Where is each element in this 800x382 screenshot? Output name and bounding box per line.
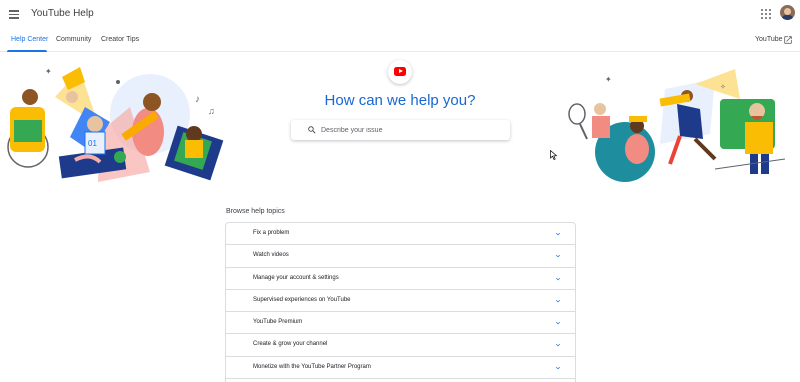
topic-label: Supervised experiences on YouTube (253, 296, 351, 303)
chevron-down-icon[interactable] (554, 252, 562, 260)
chevron-down-icon[interactable] (554, 275, 562, 283)
apps-grid-icon[interactable] (760, 8, 772, 20)
topic-label: Create & grow your channel (253, 341, 328, 348)
user-avatar[interactable] (780, 5, 795, 20)
topic-supervised-experiences[interactable]: Supervised experiences on YouTube (226, 290, 575, 313)
top-app-bar: YouTube Help (0, 0, 800, 30)
tab-community[interactable]: Community (56, 36, 91, 43)
search-input[interactable] (321, 123, 501, 137)
hero-illustration-right: ✦ ✧ (568, 69, 786, 182)
topic-youtube-premium[interactable]: YouTube Premium (226, 312, 575, 335)
topic-label: Monetize with the YouTube Partner Progra… (253, 363, 371, 370)
app-title[interactable]: YouTube Help (31, 8, 94, 19)
search-box[interactable] (291, 120, 510, 140)
topic-monetize-ypp[interactable]: Monetize with the YouTube Partner Progra… (226, 357, 575, 380)
svg-text:✦: ✦ (605, 75, 612, 84)
tab-help-center[interactable]: Help Center (11, 36, 48, 43)
svg-text:✧: ✧ (720, 83, 726, 91)
topic-watch-videos[interactable]: Watch videos (226, 245, 575, 268)
svg-text:01: 01 (88, 139, 97, 148)
chevron-down-icon[interactable] (554, 297, 562, 305)
chevron-down-icon[interactable] (554, 319, 562, 327)
chevron-down-icon[interactable] (554, 364, 562, 372)
topics-list: Fix a problem Watch videos Manage your a… (225, 222, 576, 382)
hero-illustration-left: 01 ♪ ♫ ✦ (7, 67, 224, 182)
topic-label: Watch videos (253, 252, 289, 259)
topic-create-grow-channel[interactable]: Create & grow your channel (226, 334, 575, 357)
topic-label: Fix a problem (253, 230, 290, 236)
chevron-down-icon[interactable] (554, 341, 562, 349)
open-in-new-icon[interactable] (783, 35, 793, 45)
youtube-logo-icon (388, 60, 412, 84)
youtube-external-link[interactable]: YouTube (755, 36, 783, 43)
topic-fix-a-problem[interactable]: Fix a problem (226, 223, 575, 246)
topic-manage-account[interactable]: Manage your account & settings (226, 268, 575, 290)
svg-text:✦: ✦ (45, 67, 52, 76)
hero-section: 01 ♪ ♫ ✦ How can we help you? Describe y… (0, 52, 800, 202)
topic-label: YouTube Premium (253, 319, 303, 326)
search-icon (308, 126, 316, 134)
chevron-down-icon[interactable] (554, 230, 562, 238)
mouse-cursor-icon (550, 150, 558, 160)
topic-label: Manage your account & settings (253, 274, 339, 281)
tab-creator-tips[interactable]: Creator Tips (101, 36, 139, 43)
topics-heading: Browse help topics (226, 208, 285, 215)
primary-nav: Help Center Community Creator Tips YouTu… (0, 30, 800, 52)
menu-icon[interactable] (9, 8, 21, 20)
